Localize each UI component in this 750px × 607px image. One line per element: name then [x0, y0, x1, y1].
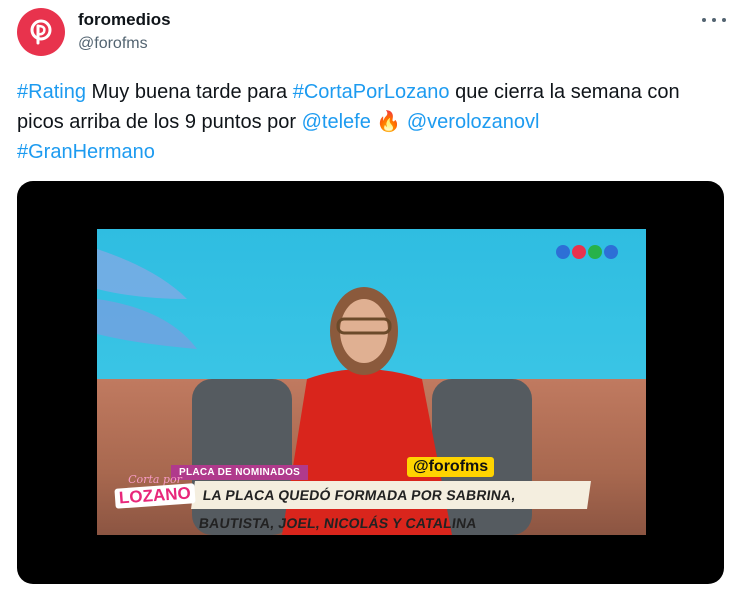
- show-logo-bottom: LOZANO: [114, 482, 196, 509]
- channel-logo: [556, 245, 618, 259]
- author-display-name[interactable]: foromedios: [78, 10, 171, 30]
- fire-emoji: 🔥: [370, 111, 407, 133]
- hashtag-rating-link[interactable]: #Rating: [17, 81, 86, 103]
- show-logo-top: Corta por: [128, 472, 182, 486]
- foromedios-logo-icon: [30, 19, 52, 45]
- watermark-label: @forofms: [407, 457, 495, 477]
- video-frame[interactable]: @forofms PLACA DE NOMINADOS LA PLACA QUE…: [97, 229, 646, 535]
- logo-dot-icon: [572, 245, 586, 259]
- lower-third-headline: LA PLACA QUEDÓ FORMADA POR SABRINA, BAUT…: [191, 481, 591, 531]
- mention-verolozanovl-link[interactable]: @verolozanovl: [407, 111, 540, 133]
- mention-telefe-link[interactable]: @telefe: [302, 111, 371, 133]
- more-horizontal-icon: [702, 18, 706, 22]
- hashtag-granhermano-link[interactable]: #GranHermano: [17, 141, 155, 163]
- tweet-text-segment: Muy buena tarde para: [85, 81, 293, 103]
- logo-dot-icon: [588, 245, 602, 259]
- avatar[interactable]: [17, 8, 65, 56]
- media-container[interactable]: @forofms PLACA DE NOMINADOS LA PLACA QUE…: [17, 181, 724, 584]
- logo-dot-icon: [604, 245, 618, 259]
- author-handle[interactable]: @forofms: [78, 35, 148, 53]
- more-options-button[interactable]: [702, 10, 726, 30]
- show-logo: Corta por LOZANO: [109, 469, 201, 509]
- logo-dot-icon: [556, 245, 570, 259]
- tweet-text: #Rating Muy buena tarde para #CortaPorLo…: [17, 77, 717, 167]
- hashtag-cortaporlozano-link[interactable]: #CortaPorLozano: [293, 81, 450, 103]
